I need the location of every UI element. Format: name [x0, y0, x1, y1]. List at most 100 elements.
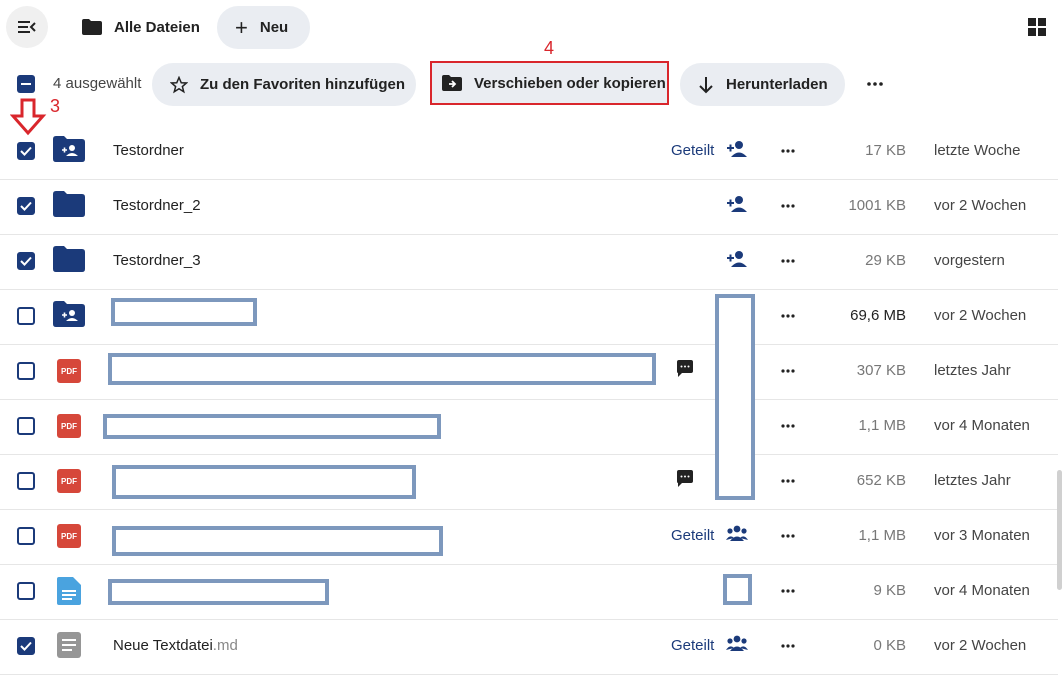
more-icon [781, 479, 795, 483]
move-copy-label: Verschieben oder kopieren [474, 74, 666, 92]
table-row[interactable]: Testordner Geteilt 17 KB letzte Woche [0, 124, 1058, 180]
row-actions-button[interactable] [778, 305, 798, 327]
file-name[interactable]: Testordner [113, 142, 184, 160]
checkmark-icon [20, 146, 32, 156]
folder-icon [82, 19, 102, 35]
group-icon[interactable] [726, 635, 748, 657]
grid-view-icon [1028, 18, 1046, 36]
table-row[interactable]: Neue Textdatei.md Geteilt 0 KB vor 2 Wochen [0, 619, 1058, 675]
file-size: 1001 KB [848, 197, 906, 214]
folder-shared-icon [53, 136, 85, 166]
file-size: 652 KB [856, 472, 906, 489]
file-name[interactable]: Neue Textdatei.md [113, 637, 238, 655]
file-name[interactable]: Testordner_2 [113, 197, 201, 215]
row-checkbox[interactable] [17, 142, 35, 160]
more-icon [781, 644, 795, 648]
shared-label[interactable]: Geteilt [671, 527, 714, 545]
row-checkbox[interactable] [17, 637, 35, 655]
add-to-favorites-button[interactable]: Zu den Favoriten hinzufügen [152, 63, 416, 106]
file-name[interactable]: Testordner_3 [113, 252, 201, 270]
more-actions-button[interactable] [862, 70, 888, 98]
row-checkbox[interactable] [17, 472, 35, 490]
pdf-icon: PDF [57, 524, 81, 548]
row-actions-button[interactable] [778, 470, 798, 492]
star-icon [170, 75, 188, 93]
row-checkbox[interactable] [17, 527, 35, 545]
file-name-base: Testordner_3 [113, 252, 201, 269]
menu-collapse-icon [18, 21, 36, 33]
row-checkbox[interactable] [17, 252, 35, 270]
annotation-step-3: 3 [50, 96, 61, 116]
pdf-icon: PDF [57, 469, 81, 493]
row-checkbox[interactable] [17, 307, 35, 325]
row-actions-button[interactable] [778, 195, 798, 217]
breadcrumb-all-files[interactable]: Alle Dateien [82, 6, 200, 48]
checkmark-icon [20, 256, 32, 266]
file-size: 9 KB [873, 582, 906, 599]
select-all-checkbox[interactable] [17, 75, 35, 93]
file-size: 1,1 MB [858, 417, 906, 434]
person-add-icon[interactable] [726, 250, 748, 272]
grid-view-toggle[interactable] [1020, 10, 1054, 44]
arrow-down-icon [699, 76, 713, 93]
person-add-icon[interactable] [726, 140, 748, 162]
row-actions-button[interactable] [778, 140, 798, 162]
row-actions-button[interactable] [778, 525, 798, 547]
folder-icon [53, 191, 85, 221]
minus-icon [21, 83, 31, 85]
row-actions-button[interactable] [778, 635, 798, 657]
modified-date: vorgestern [934, 252, 1005, 269]
row-actions-button[interactable] [778, 415, 798, 437]
redacted-block [103, 414, 441, 439]
comment-icon[interactable] [676, 360, 696, 380]
more-icon [781, 534, 795, 538]
more-icon [781, 589, 795, 593]
more-icon [781, 259, 795, 263]
more-icon [781, 369, 795, 373]
comment-icon[interactable] [676, 470, 696, 490]
row-checkbox[interactable] [17, 197, 35, 215]
row-checkbox[interactable] [17, 362, 35, 380]
modified-date: vor 2 Wochen [934, 307, 1027, 324]
row-checkbox[interactable] [17, 417, 35, 435]
download-button[interactable]: Herunterladen [680, 63, 845, 106]
redacted-block [108, 579, 329, 605]
shared-label[interactable]: Geteilt [671, 142, 714, 160]
modified-date: vor 4 Monaten [934, 417, 1030, 434]
move-or-copy-button[interactable]: Verschieben oder kopieren [430, 61, 669, 105]
row-actions-button[interactable] [778, 360, 798, 382]
folder-icon [53, 246, 85, 276]
redacted-block [108, 353, 656, 385]
file-name-base: Testordner_2 [113, 197, 201, 214]
table-row[interactable]: Testordner_3 29 KB vorgestern [0, 234, 1058, 290]
row-checkbox[interactable] [17, 582, 35, 600]
row-actions-button[interactable] [778, 580, 798, 602]
more-icon [867, 82, 883, 86]
file-size: 17 KB [865, 142, 906, 159]
new-button[interactable]: + Neu [217, 6, 310, 49]
navigation-toggle-button[interactable] [6, 6, 48, 48]
modified-date: vor 2 Wochen [934, 197, 1027, 214]
file-size: 69,6 MB [850, 307, 906, 324]
pdf-icon: PDF [57, 414, 81, 438]
row-actions-button[interactable] [778, 250, 798, 272]
annotation-step-4: 4 [544, 38, 555, 58]
modified-date: letztes Jahr [934, 472, 1011, 489]
file-size: 307 KB [856, 362, 906, 379]
table-row[interactable]: Testordner_2 1001 KB vor 2 Wochen [0, 179, 1058, 235]
shared-label[interactable]: Geteilt [671, 637, 714, 655]
person-add-icon[interactable] [726, 195, 748, 217]
checkmark-icon [20, 201, 32, 211]
file-size: 1,1 MB [858, 527, 906, 544]
redacted-block [112, 465, 416, 499]
group-icon[interactable] [726, 525, 748, 547]
more-icon [781, 424, 795, 428]
redacted-block [723, 574, 752, 605]
modified-date: letztes Jahr [934, 362, 1011, 379]
more-icon [781, 204, 795, 208]
selection-count: 4 ausgewählt [53, 75, 142, 92]
document-icon [57, 577, 89, 607]
scrollbar[interactable] [1057, 470, 1062, 590]
more-icon [781, 149, 795, 153]
checkmark-icon [20, 641, 32, 651]
